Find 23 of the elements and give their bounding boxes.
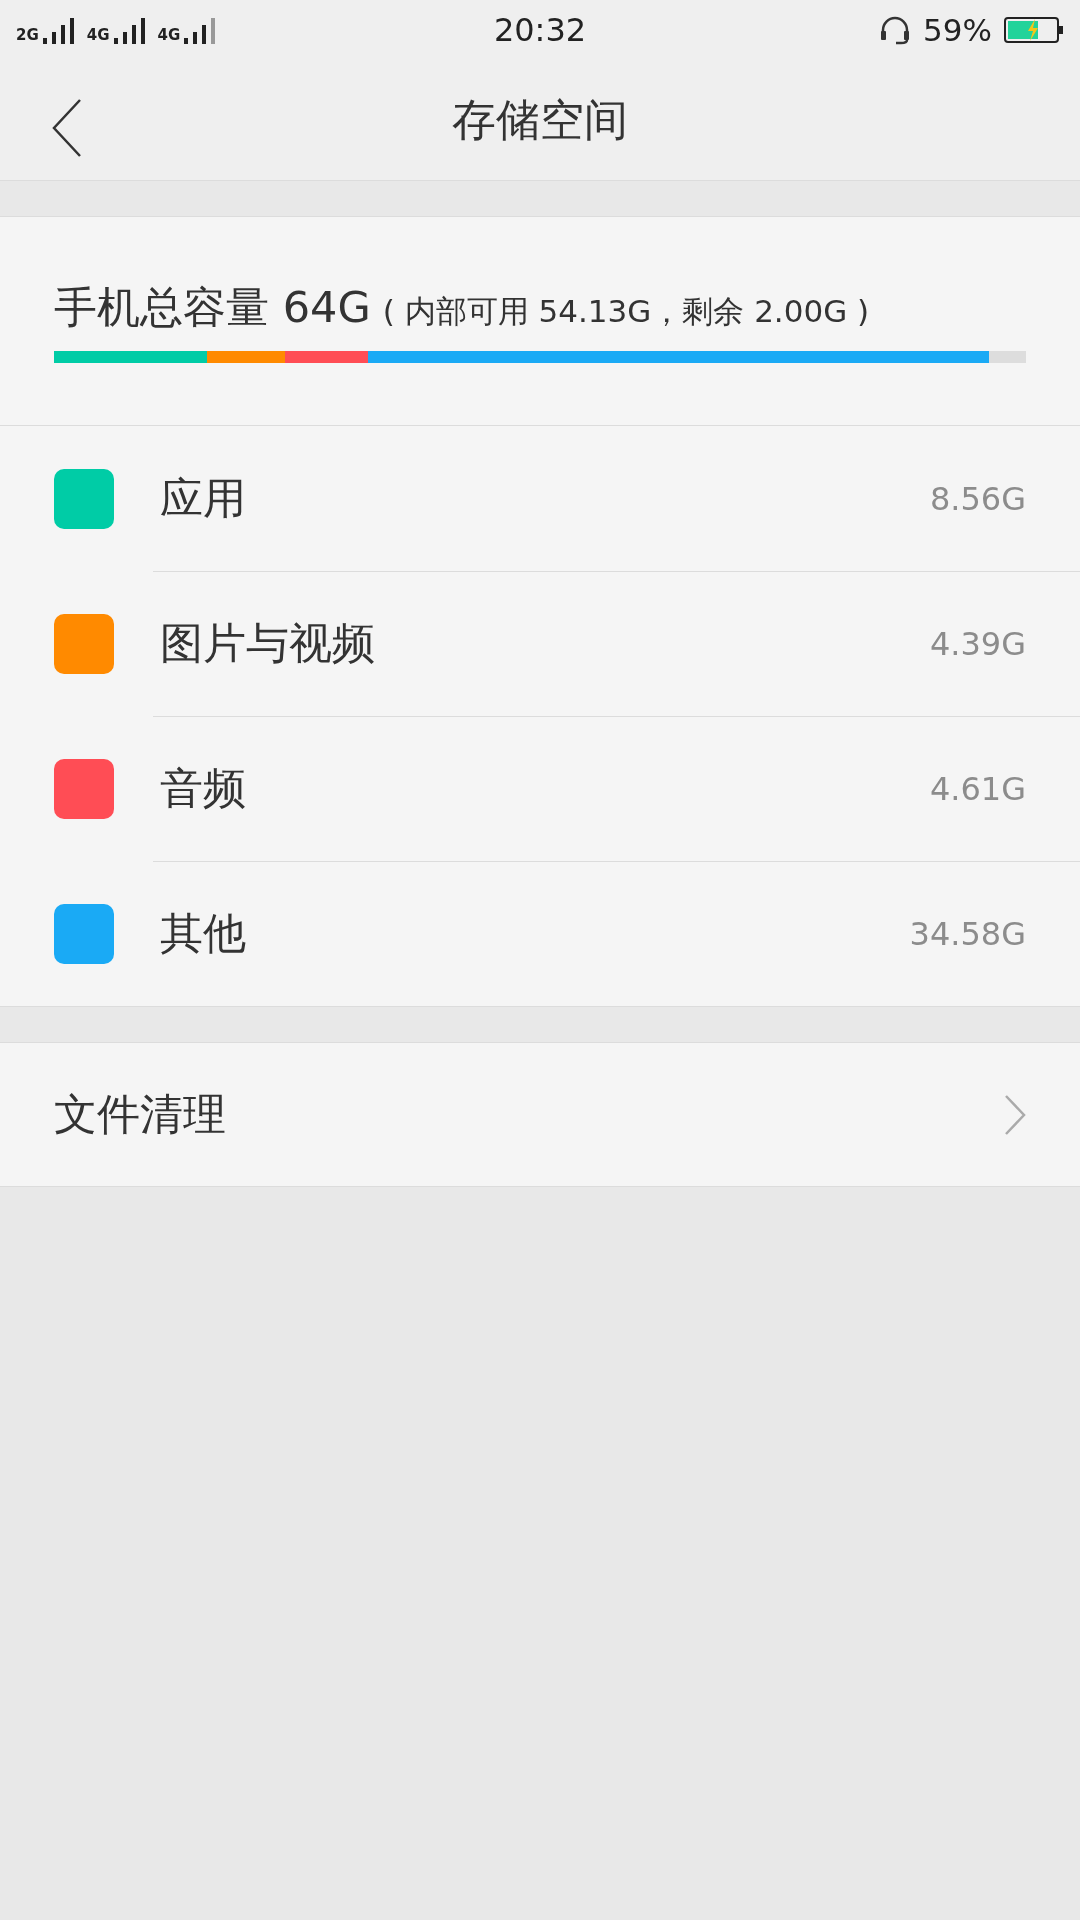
chevron-left-icon	[50, 98, 84, 158]
category-size: 4.39G	[929, 624, 1026, 663]
category-name: 应用	[160, 471, 246, 525]
capacity-title: 手机总容量 64G	[54, 281, 371, 334]
category-name: 图片与视频	[160, 616, 375, 670]
headset-icon	[879, 15, 912, 45]
file-cleanup-item[interactable]: 文件清理	[0, 1043, 1080, 1186]
charging-battery-icon	[1004, 16, 1064, 44]
clock-time: 20:32	[493, 11, 587, 49]
category-name: 音频	[160, 761, 246, 815]
signal-bars-icon	[40, 16, 77, 44]
network-type-label: 4G	[86, 26, 110, 44]
capacity-detail: ( 内部可用 54.13G，剩余 2.00G )	[382, 292, 870, 331]
category-size: 34.58G	[909, 914, 1026, 953]
page-title: 存储空间	[452, 92, 628, 147]
signal-bars-icon	[111, 16, 148, 44]
chevron-right-icon	[1004, 1093, 1026, 1136]
network-type-label: 2G	[16, 26, 39, 44]
category-name: 其他	[160, 906, 246, 960]
network-type-label: 4G	[157, 26, 181, 44]
category-size: 4.61G	[929, 769, 1026, 808]
battery-percent: 59%	[923, 12, 992, 48]
category-size: 8.56G	[929, 479, 1026, 518]
